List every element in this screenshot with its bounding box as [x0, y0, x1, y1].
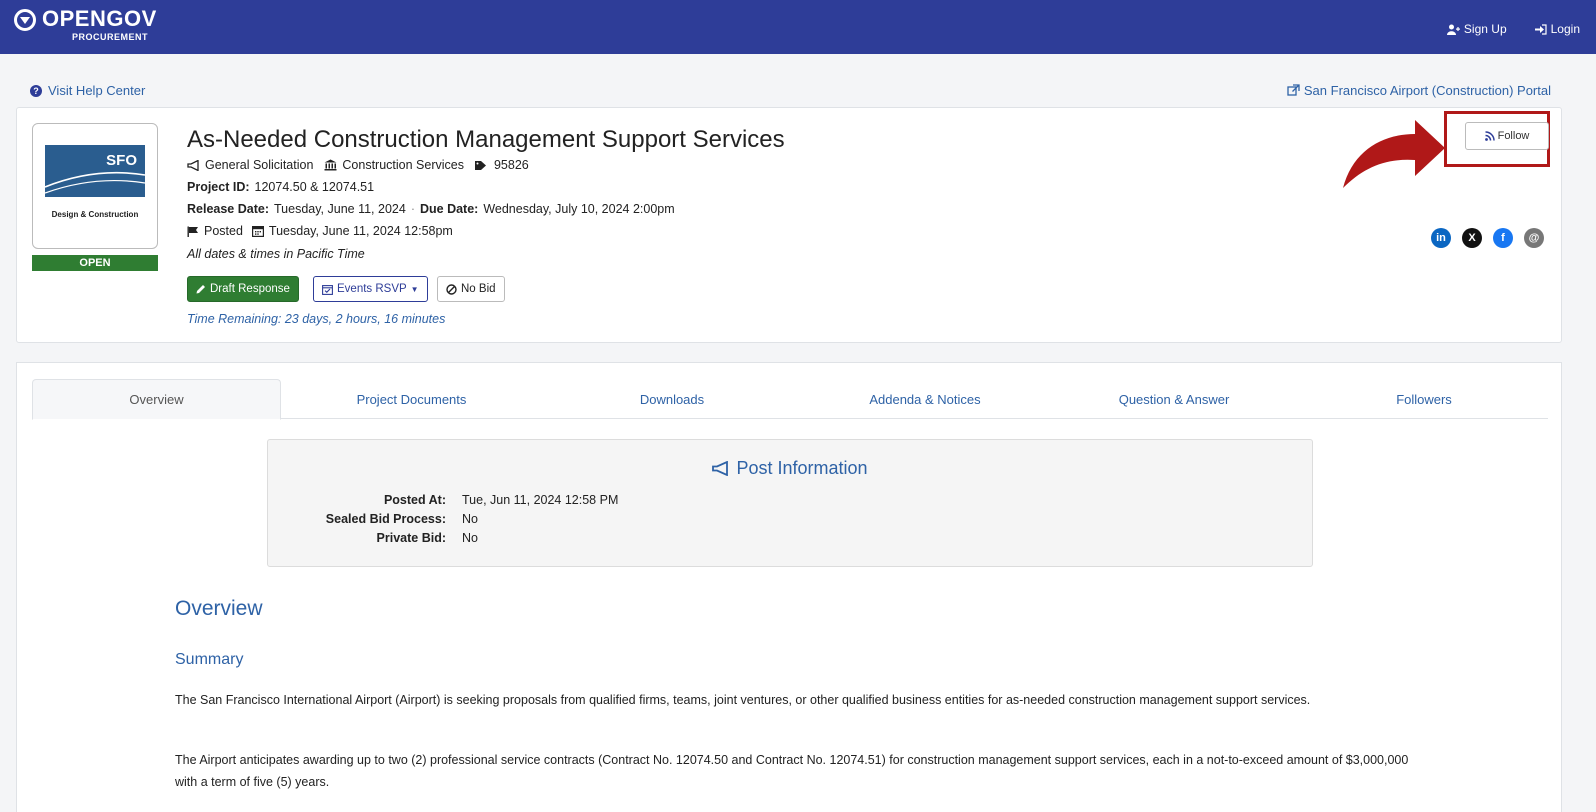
- project-meta-row: General Solicitation Construction Servic…: [187, 158, 529, 172]
- project-category: Construction Services: [342, 158, 464, 172]
- follow-button[interactable]: Follow: [1465, 122, 1549, 150]
- summary-paragraph-1: The San Francisco International Airport …: [175, 693, 1311, 707]
- facebook-share-icon[interactable]: f: [1493, 228, 1513, 248]
- project-header-card: SFO Design & Construction OPEN As-Needed…: [16, 107, 1562, 343]
- private-bid-value: No: [462, 531, 478, 545]
- calendar-icon: [251, 226, 264, 237]
- portal-label: San Francisco Airport (Construction) Por…: [1303, 83, 1551, 98]
- due-date-value: Wednesday, July 10, 2024 2:00pm: [483, 202, 675, 216]
- caret-down-icon: ▼: [410, 284, 419, 294]
- flag-icon: [187, 226, 198, 237]
- tab-question-answer[interactable]: Question & Answer: [1048, 379, 1300, 420]
- institution-icon: [324, 159, 337, 171]
- top-navbar: OPENGOV PROCUREMENT Sign Up Login: [0, 0, 1596, 54]
- pencil-icon: [196, 285, 205, 294]
- signup-link[interactable]: Sign Up: [1446, 22, 1507, 36]
- posted-label: Posted: [204, 224, 243, 238]
- project-id-row: Project ID: 12074.50 & 12074.51: [187, 180, 374, 194]
- post-information-title: Post Information: [268, 458, 1312, 479]
- login-link[interactable]: Login: [1534, 22, 1580, 36]
- draft-response-button[interactable]: Draft Response: [187, 276, 299, 302]
- annotation-arrow-icon: [1343, 120, 1445, 188]
- date-separator: ·: [410, 202, 415, 216]
- calendar-check-icon: [322, 284, 333, 295]
- tab-followers[interactable]: Followers: [1300, 379, 1548, 420]
- release-date-label: Release Date:: [187, 202, 269, 216]
- x-share-icon[interactable]: X: [1462, 228, 1482, 248]
- events-rsvp-button[interactable]: Events RSVP ▼: [313, 276, 428, 302]
- external-link-icon: [1287, 84, 1300, 96]
- rss-icon: [1484, 131, 1495, 141]
- posted-row: Posted Tuesday, June 11, 2024 12:58pm: [187, 224, 453, 238]
- posted-at-value: Tue, Jun 11, 2024 12:58 PM: [462, 493, 619, 507]
- project-content-card: Overview Project Documents Downloads Add…: [16, 362, 1562, 812]
- user-plus-icon: [1446, 24, 1460, 35]
- sfo-logo-subtitle: Design & Construction: [51, 210, 139, 219]
- help-center-label: Visit Help Center: [48, 83, 146, 98]
- help-center-link[interactable]: ? Visit Help Center: [30, 83, 145, 98]
- logo-subtitle: PROCUREMENT: [72, 32, 149, 42]
- status-badge: OPEN: [32, 255, 158, 271]
- no-bid-button[interactable]: No Bid: [437, 276, 505, 302]
- portal-link[interactable]: San Francisco Airport (Construction) Por…: [1287, 83, 1551, 98]
- sealed-bid-value: No: [462, 512, 478, 526]
- tags-icon: [474, 160, 486, 170]
- post-information-label: Post Information: [736, 458, 868, 478]
- signup-label: Sign Up: [1463, 22, 1507, 36]
- overview-heading: Overview: [175, 597, 263, 620]
- tab-addenda-notices[interactable]: Addenda & Notices: [802, 379, 1048, 420]
- sign-in-icon: [1534, 23, 1547, 35]
- organization-logo: SFO Design & Construction: [32, 123, 158, 249]
- solicitation-type: General Solicitation: [205, 158, 314, 172]
- timezone-note: All dates & times in Pacific Time: [187, 247, 365, 261]
- ban-icon: [446, 283, 457, 295]
- sealed-bid-label: Sealed Bid Process:: [325, 512, 446, 526]
- due-date-label: Due Date:: [419, 202, 479, 216]
- project-tabs: Overview Project Documents Downloads Add…: [32, 379, 1548, 420]
- follow-label: Follow: [1497, 130, 1530, 142]
- time-remaining: Time Remaining: 23 days, 2 hours, 16 min…: [187, 312, 446, 326]
- tab-downloads[interactable]: Downloads: [542, 379, 802, 420]
- events-rsvp-label: Events RSVP: [337, 283, 407, 295]
- summary-paragraph-2: The Airport anticipates awarding up to t…: [175, 753, 1409, 789]
- tab-overview[interactable]: Overview: [32, 379, 281, 420]
- release-date-value: Tuesday, June 11, 2024: [274, 202, 406, 216]
- post-information-box: Post Information Posted At: Tue, Jun 11,…: [267, 439, 1313, 567]
- project-id-label: Project ID:: [187, 180, 250, 194]
- draft-response-label: Draft Response: [210, 283, 290, 295]
- sfo-logo-band: SFO: [45, 145, 145, 197]
- project-tag: 95826: [493, 158, 529, 172]
- bullhorn-icon: [187, 159, 199, 171]
- posted-at-label: Posted At:: [383, 493, 446, 507]
- bullhorn-icon: [712, 461, 729, 476]
- linkedin-share-icon[interactable]: in: [1431, 228, 1451, 248]
- email-share-icon[interactable]: @: [1524, 228, 1544, 248]
- opengov-logo-icon: [14, 9, 36, 31]
- tab-project-documents[interactable]: Project Documents: [281, 379, 542, 420]
- project-title: As-Needed Construction Management Suppor…: [187, 126, 785, 153]
- login-label: Login: [1550, 22, 1580, 36]
- logo-text: OPENGOV: [42, 6, 157, 31]
- private-bid-label: Private Bid:: [376, 531, 446, 545]
- posted-date: Tuesday, June 11, 2024 12:58pm: [268, 224, 453, 238]
- opengov-logo[interactable]: OPENGOV: [14, 8, 157, 31]
- no-bid-label: No Bid: [461, 283, 496, 295]
- question-circle-icon: ?: [30, 84, 42, 97]
- dates-row: Release Date: Tuesday, June 11, 2024 · D…: [187, 202, 675, 216]
- sfo-logo-wave: [45, 171, 145, 194]
- summary-heading: Summary: [175, 651, 244, 668]
- project-id-value: 12074.50 & 12074.51: [254, 180, 375, 194]
